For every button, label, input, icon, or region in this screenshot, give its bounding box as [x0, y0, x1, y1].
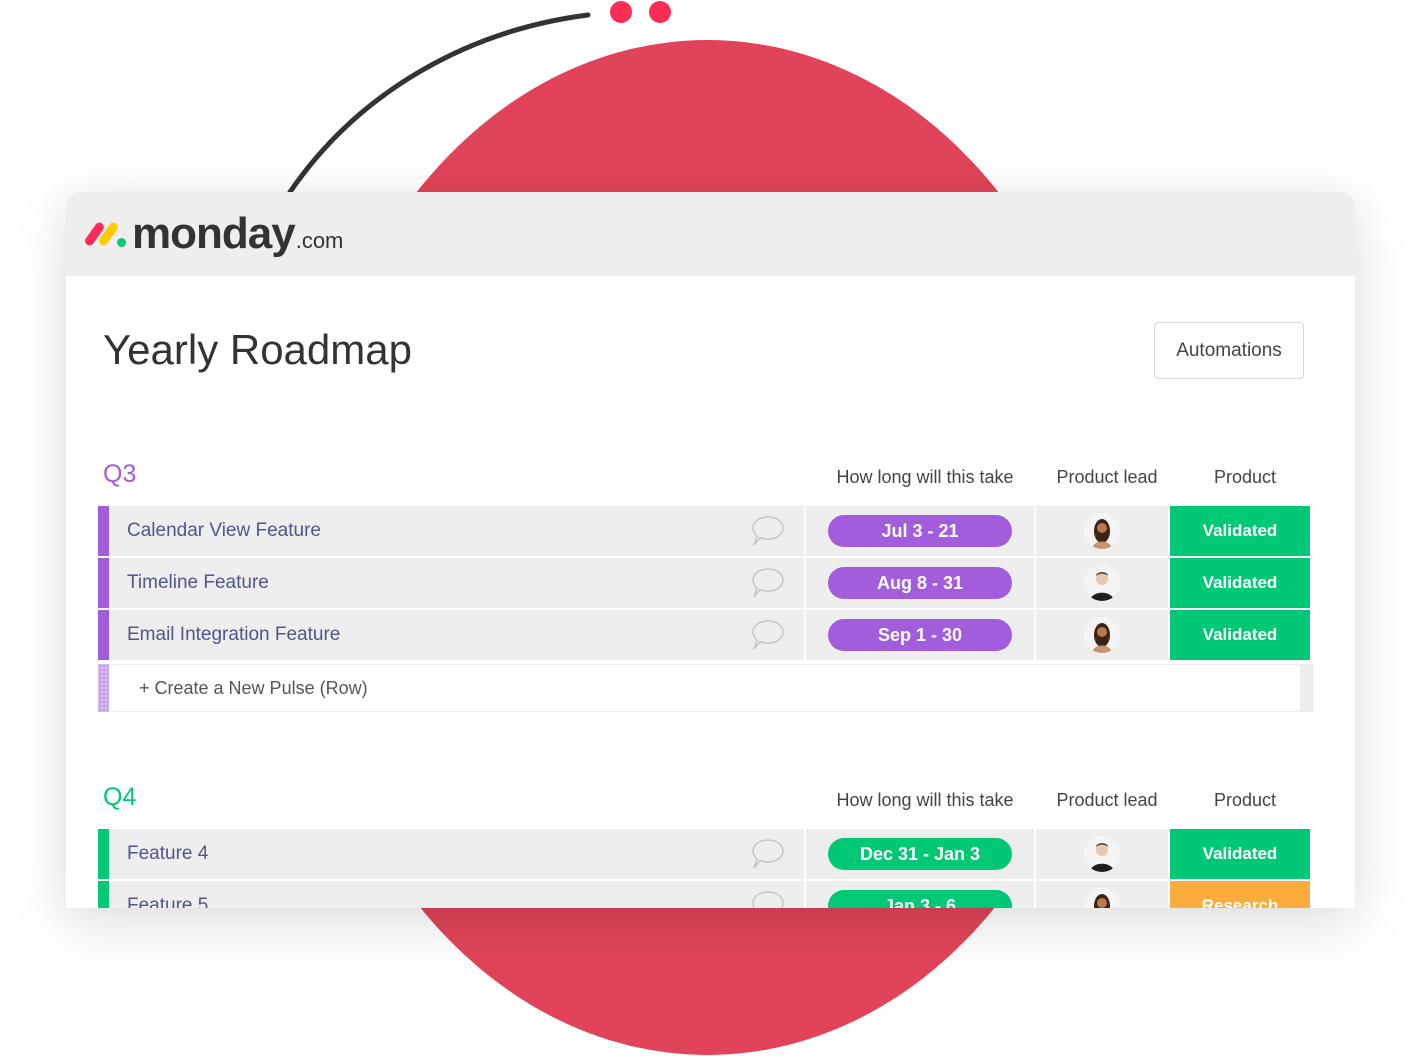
duration-cell[interactable]: Sep 1 - 30 — [806, 610, 1036, 660]
product-lead-cell[interactable] — [1036, 881, 1170, 908]
group-header: Q4 How long will this take Product lead … — [98, 777, 1316, 829]
comment-bubble-icon[interactable] — [750, 618, 786, 652]
status-label[interactable]: Research — [1170, 881, 1310, 908]
decorative-dot — [649, 1, 671, 23]
comment-bubble-icon[interactable] — [750, 837, 786, 871]
woman-avatar[interactable] — [1084, 617, 1120, 653]
man-avatar[interactable] — [1084, 565, 1120, 601]
column-header-duration[interactable]: How long will this take — [810, 467, 1040, 488]
status-label[interactable]: Validated — [1170, 610, 1310, 660]
group-color-stripe — [98, 829, 109, 879]
group-title[interactable]: Q3 — [103, 460, 136, 489]
product-lead-cell[interactable] — [1036, 506, 1170, 556]
logo-tld: .com — [295, 228, 344, 253]
comment-bubble-icon[interactable] — [750, 514, 786, 548]
column-header-lead[interactable]: Product lead — [1040, 467, 1174, 488]
timeline-pill[interactable]: Dec 31 - Jan 3 — [828, 838, 1012, 870]
timeline-pill[interactable]: Jan 3 - 6 — [828, 890, 1012, 908]
man-avatar[interactable] — [1084, 836, 1120, 872]
logo-wordmark: monday — [132, 209, 296, 258]
group-color-stripe — [98, 881, 109, 908]
product-lead-cell[interactable] — [1036, 829, 1170, 879]
create-new-pulse-input[interactable]: + Create a New Pulse (Row) — [109, 664, 1301, 712]
group-title[interactable]: Q4 — [103, 783, 136, 812]
app-header: monday .com — [66, 192, 1355, 276]
timeline-pill[interactable]: Aug 8 - 31 — [828, 567, 1012, 599]
table-row[interactable]: Feature 5 Jan 3 - 6 Research — [98, 881, 1316, 908]
status-label[interactable]: Validated — [1170, 506, 1310, 556]
item-name-cell[interactable]: Calendar View Feature — [109, 506, 806, 556]
create-new-pulse-row[interactable]: + Create a New Pulse (Row) — [98, 664, 1316, 714]
duration-cell[interactable]: Jan 3 - 6 — [806, 881, 1036, 908]
item-name-cell[interactable]: Email Integration Feature — [109, 610, 806, 660]
timeline-pill[interactable]: Jul 3 - 21 — [828, 515, 1012, 547]
table-row[interactable]: Calendar View Feature Jul 3 - 21 Validat… — [98, 506, 1316, 558]
duration-cell[interactable]: Dec 31 - Jan 3 — [806, 829, 1036, 879]
column-header-status[interactable]: Product — [1174, 467, 1316, 488]
decorative-dot — [610, 1, 632, 23]
group-color-stripe — [98, 610, 109, 660]
automations-button[interactable]: Automations — [1154, 322, 1304, 379]
page-title: Yearly Roadmap — [103, 326, 412, 373]
duration-cell[interactable]: Aug 8 - 31 — [806, 558, 1036, 608]
duration-cell[interactable]: Jul 3 - 21 — [806, 506, 1036, 556]
table-row[interactable]: Feature 4 Dec 31 - Jan 3 Validated — [98, 829, 1316, 881]
timeline-pill[interactable]: Sep 1 - 30 — [828, 619, 1012, 651]
item-name[interactable]: Feature 4 — [127, 843, 208, 865]
comment-bubble-icon[interactable] — [750, 889, 786, 908]
product-lead-cell[interactable] — [1036, 558, 1170, 608]
item-name[interactable]: Feature 5 — [127, 895, 208, 908]
item-name-cell[interactable]: Feature 5 — [109, 881, 806, 908]
item-name[interactable]: Timeline Feature — [127, 572, 269, 594]
table-row[interactable]: Email Integration Feature Sep 1 - 30 Val… — [98, 610, 1316, 662]
item-name[interactable]: Calendar View Feature — [127, 520, 321, 542]
column-header-status[interactable]: Product — [1174, 790, 1316, 811]
group-color-stripe — [98, 506, 109, 556]
group-color-stripe — [98, 558, 109, 608]
group-q3: Q3 How long will this take Product lead … — [98, 454, 1316, 714]
status-label[interactable]: Validated — [1170, 558, 1310, 608]
woman-avatar[interactable] — [1084, 513, 1120, 549]
item-name-cell[interactable]: Timeline Feature — [109, 558, 806, 608]
item-name[interactable]: Email Integration Feature — [127, 624, 340, 646]
monday-logo[interactable]: monday .com — [83, 209, 344, 258]
group-header: Q3 How long will this take Product lead … — [98, 454, 1316, 506]
comment-bubble-icon[interactable] — [750, 566, 786, 600]
group-color-stripe — [98, 664, 109, 712]
app-window: monday .com Yearly Roadmap Automations Q… — [66, 192, 1355, 908]
monday-logo-icon — [83, 219, 128, 249]
table-row[interactable]: Timeline Feature Aug 8 - 31 Validated — [98, 558, 1316, 610]
woman-avatar[interactable] — [1084, 888, 1120, 908]
status-label[interactable]: Validated — [1170, 829, 1310, 879]
item-name-cell[interactable]: Feature 4 — [109, 829, 806, 879]
column-header-lead[interactable]: Product lead — [1040, 790, 1174, 811]
group-q4: Q4 How long will this take Product lead … — [98, 777, 1316, 908]
product-lead-cell[interactable] — [1036, 610, 1170, 660]
column-header-duration[interactable]: How long will this take — [810, 790, 1040, 811]
